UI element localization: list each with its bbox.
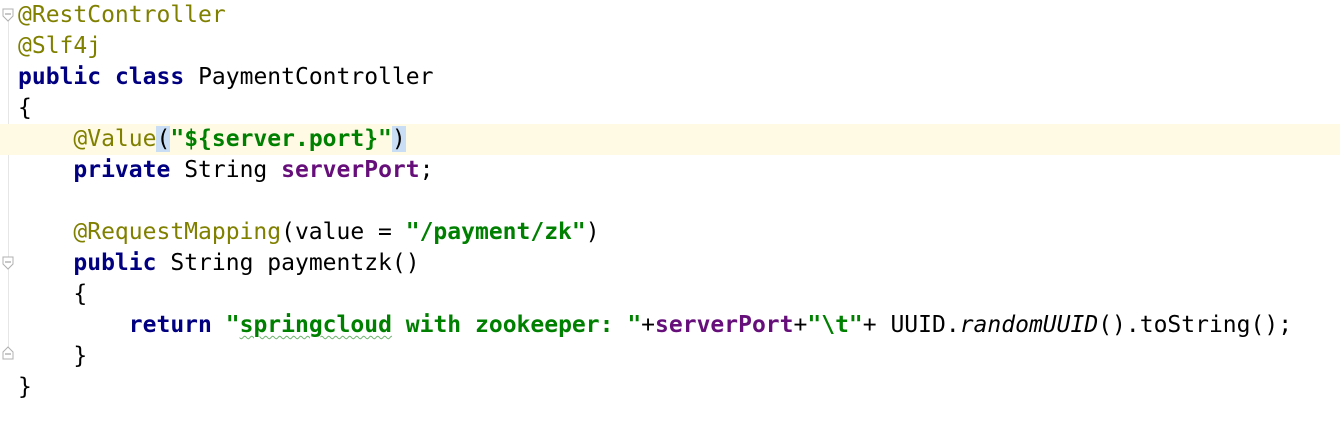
keyword: return [128,312,212,338]
code-line-6: private String serverPort; [18,155,1340,186]
static-method: randomUUID [959,312,1099,338]
keyword: public [73,250,157,276]
field-name: serverPort [281,157,420,183]
string-literal: with zookeeper: " [391,312,642,338]
keyword: class [114,64,185,90]
keyword: private [73,157,171,183]
paren-match: ) [391,126,406,152]
annotation: @RestController [18,2,226,28]
annotation: @Value [73,126,157,152]
string-literal: "/payment/zk" [405,219,586,245]
method-signature: String paymentzk() [170,250,420,276]
brace: { [18,95,32,121]
paren-match: ( [156,126,171,152]
code-line-9: public String paymentzk() [18,248,1340,279]
brace: { [73,281,88,307]
code-line-12: } [18,341,1340,372]
code-line-2: @Slf4j [18,31,1340,62]
string-literal: " [225,312,240,338]
paren: ) [585,219,600,245]
annotation-args: (value = [281,219,406,245]
fold-marker-icon[interactable] [2,8,14,22]
operator: + [641,312,656,338]
keyword: public [18,64,102,90]
expression: ().toString(); [1098,312,1293,338]
semicolon: ; [419,157,434,183]
code-line-8: @RequestMapping(value = "/payment/zk") [18,217,1340,248]
operator: + [793,312,808,338]
expression: + UUID. [862,312,960,338]
code-editor[interactable]: @RestController @Slf4j public class Paym… [0,0,1340,422]
code-line-5-current: @Value("${server.port}") [0,124,1340,155]
string-literal: "\t" [807,312,863,338]
code-line-10: { [18,279,1340,310]
fold-marker-icon[interactable] [2,256,14,270]
typo-word: springcloud [239,312,392,338]
class-name: PaymentController [198,64,434,90]
brace: } [73,343,88,369]
type-name: String [184,157,268,183]
code-line-13: } [18,372,1340,403]
code-line-4: { [18,93,1340,124]
code-line-3: public class PaymentController [18,62,1340,93]
fold-marker-icon[interactable] [2,346,14,360]
code-line-11: return "springcloud with zookeeper: "+se… [18,310,1340,341]
annotation: @Slf4j [18,33,102,59]
string-literal: "${server.port}" [170,126,392,152]
annotation: @RequestMapping [73,219,282,245]
editor-gutter [0,0,16,422]
fold-guide [8,12,9,357]
field-name: serverPort [655,312,794,338]
code-line-1: @RestController [18,0,1340,31]
brace: } [18,374,32,400]
